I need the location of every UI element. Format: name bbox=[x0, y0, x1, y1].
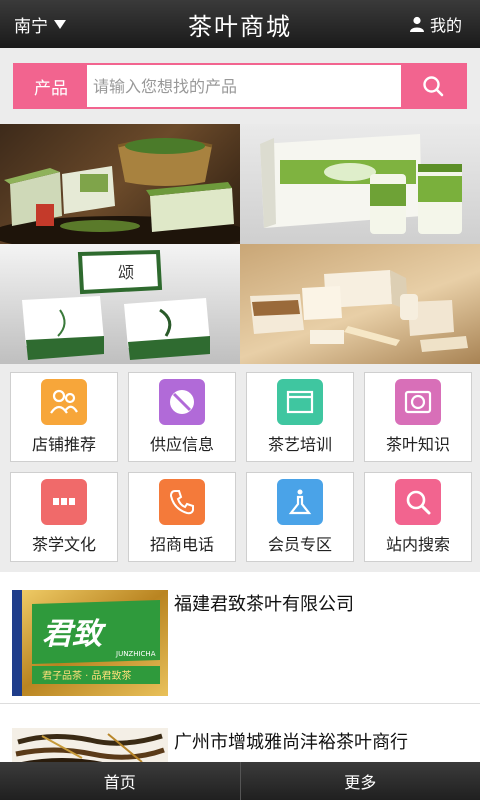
city-selector[interactable]: 南宁 bbox=[14, 0, 66, 48]
menu-item-label: 供应信息 bbox=[149, 435, 214, 454]
info-flask-icon bbox=[277, 479, 323, 525]
company-list: 君致 JUNZHICHA 君子品茶 · 品君致茶 福建君致茶叶有限公司 广州市增… bbox=[0, 572, 480, 768]
menu-item-label: 招商电话 bbox=[149, 535, 214, 554]
my-account-button[interactable]: 我的 bbox=[409, 0, 462, 48]
menu-item-shop-recommend[interactable]: 店铺推荐 bbox=[10, 372, 118, 462]
menu-item-label: 茶学文化 bbox=[31, 535, 96, 554]
user-icon bbox=[409, 16, 424, 32]
browser-window-icon bbox=[277, 379, 323, 425]
search-button[interactable] bbox=[401, 65, 465, 107]
bottom-nav: 首页 更多 bbox=[0, 762, 480, 800]
menu-item-supply-info[interactable]: 供应信息 bbox=[128, 372, 236, 462]
menu-item-label: 会员专区 bbox=[267, 535, 332, 554]
menu-item-member-area[interactable]: 会员专区 bbox=[246, 472, 354, 562]
banner-grid: 颂 bbox=[0, 124, 480, 364]
tea-products-photo[interactable] bbox=[0, 124, 240, 244]
menu-item-label: 茶艺培训 bbox=[267, 435, 332, 454]
circle-slash-icon bbox=[159, 379, 205, 425]
dots-icon bbox=[41, 479, 87, 525]
svg-text:颂: 颂 bbox=[118, 263, 134, 282]
book-icon bbox=[395, 379, 441, 425]
list-item[interactable]: 君致 JUNZHICHA 君子品茶 · 品君致茶 福建君致茶叶有限公司 bbox=[0, 584, 480, 704]
menu-item-site-search[interactable]: 站内搜索 bbox=[364, 472, 472, 562]
search-icon bbox=[423, 76, 444, 97]
search-input[interactable] bbox=[87, 65, 401, 107]
company-name: 广州市增城雅尚沣裕茶叶商行 bbox=[174, 732, 408, 753]
search-icon bbox=[395, 479, 441, 525]
top-bar: 南宁 茶叶商城 我的 bbox=[0, 0, 480, 48]
search-area: 产品 bbox=[0, 48, 480, 124]
tea-gift-box-photo[interactable] bbox=[240, 124, 480, 244]
company-logo-junzhi: 君致 JUNZHICHA 君子品茶 · 品君致茶 bbox=[12, 590, 168, 696]
city-label: 南宁 bbox=[14, 16, 48, 37]
caret-down-icon bbox=[54, 19, 66, 29]
menu-item-label: 站内搜索 bbox=[385, 535, 450, 554]
menu-item-label: 店铺推荐 bbox=[31, 435, 96, 454]
menu-item-investment-phone[interactable]: 招商电话 bbox=[128, 472, 236, 562]
tab-home[interactable]: 首页 bbox=[0, 762, 240, 800]
company-name: 福建君致茶叶有限公司 bbox=[174, 594, 354, 615]
search-category-selector[interactable]: 产品 bbox=[15, 65, 87, 107]
list-item[interactable]: 广州市增城雅尚沣裕茶叶商行 bbox=[0, 718, 480, 768]
app-screen: 南宁 茶叶商城 我的 产品 请输入您想找的产品 颂 店铺推荐 供应信息 茶艺培训… bbox=[0, 0, 480, 800]
menu-item-tea-culture[interactable]: 茶学文化 bbox=[10, 472, 118, 562]
users-icon bbox=[41, 379, 87, 425]
menu-item-tea-art-training[interactable]: 茶艺培训 bbox=[246, 372, 354, 462]
phone-icon bbox=[159, 479, 205, 525]
svg-text:君子品茶 · 品君致茶: 君子品茶 · 品君致茶 bbox=[42, 669, 132, 682]
menu-grid: 店铺推荐 供应信息 茶艺培训 茶叶知识 茶学文化 招商电话 会员专区 站内搜索 bbox=[10, 372, 472, 564]
svg-text:君致: 君致 bbox=[42, 617, 107, 652]
tab-more[interactable]: 更多 bbox=[239, 762, 480, 800]
tea-packaging-set-photo[interactable] bbox=[240, 244, 480, 364]
menu-item-tea-knowledge[interactable]: 茶叶知识 bbox=[364, 372, 472, 462]
tea-tin-boxes-photo[interactable]: 颂 bbox=[0, 244, 240, 364]
svg-text:JUNZHICHA: JUNZHICHA bbox=[115, 650, 156, 658]
search-bar: 产品 bbox=[13, 63, 467, 109]
menu-item-label: 茶叶知识 bbox=[385, 435, 450, 454]
my-account-label: 我的 bbox=[429, 16, 462, 35]
